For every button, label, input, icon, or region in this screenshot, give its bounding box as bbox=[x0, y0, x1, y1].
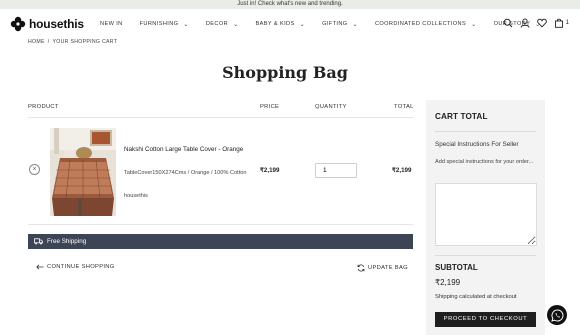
brand-logo[interactable]: housethis bbox=[10, 16, 84, 32]
special-instructions-title: Special Instructions For Seller bbox=[435, 141, 519, 148]
breadcrumb-home[interactable]: HOME bbox=[28, 39, 45, 45]
nav-label: FURNISHING bbox=[139, 21, 179, 27]
proceed-to-checkout-button[interactable]: PROCEED TO CHECKOUT bbox=[435, 312, 536, 327]
nav-label: DECOR bbox=[205, 21, 229, 27]
nav-item-coordinated-collections[interactable]: COORDINATED COLLECTIONS ⌄ bbox=[375, 21, 477, 28]
nav-label: COORDINATED COLLECTIONS bbox=[374, 21, 467, 27]
product-name[interactable]: Nakshi Cotton Large Table Cover - Orange bbox=[124, 143, 244, 156]
cart-total-title: CART TOTAL bbox=[435, 112, 488, 121]
chevron-down-icon: ⌄ bbox=[299, 21, 306, 28]
whatsapp-chat-button[interactable] bbox=[547, 305, 567, 325]
cart-bag-icon[interactable] bbox=[554, 18, 564, 28]
continue-shopping-link[interactable]: CONTINUE SHOPPING bbox=[36, 264, 115, 270]
column-header-price: PRICE bbox=[260, 104, 280, 110]
nav-label: GIFTING bbox=[322, 21, 348, 27]
chevron-down-icon: ⌄ bbox=[352, 21, 358, 28]
divider bbox=[435, 131, 536, 132]
shipping-note: Shipping calculated at checkout bbox=[435, 294, 517, 300]
free-shipping-bar: Free Shipping bbox=[28, 234, 413, 249]
nav-label: BABY & KIDS bbox=[255, 21, 295, 27]
chevron-down-icon: ⌄ bbox=[183, 21, 189, 28]
product-image[interactable] bbox=[50, 128, 116, 216]
nav-item-baby-kids[interactable]: BABY & KIDS ⌄ bbox=[256, 21, 306, 28]
divider bbox=[435, 255, 536, 256]
nav-label: NEW IN bbox=[100, 21, 123, 27]
column-header-quantity: QUANTITY bbox=[315, 104, 347, 110]
subtotal-label: SUBTOTAL bbox=[435, 263, 478, 272]
announcement-bar: Just in! Check what's new and trending. bbox=[0, 0, 580, 9]
column-header-total: TOTAL bbox=[394, 104, 414, 110]
logo-mark-icon bbox=[10, 16, 26, 32]
breadcrumb: HOME / YOUR SHOPPING CART bbox=[28, 39, 117, 45]
quantity-input[interactable] bbox=[315, 163, 357, 178]
remove-item-button[interactable]: × bbox=[29, 164, 40, 175]
account-icon[interactable] bbox=[520, 18, 530, 28]
arrow-left-icon bbox=[36, 264, 44, 270]
chevron-down-icon: ⌄ bbox=[471, 21, 477, 28]
special-instructions-textarea[interactable] bbox=[435, 183, 537, 246]
product-variant: TableCover150X274Cms / Orange / 100% Cot… bbox=[124, 170, 247, 176]
item-price: ₹2,199 bbox=[260, 167, 280, 174]
main-nav: NEW IN FURNISHING ⌄ DECOR ⌄ BABY & KIDS ⌄ G… bbox=[100, 9, 558, 39]
announcement-text[interactable]: Just in! Check what's new and trending. bbox=[237, 1, 343, 7]
site-header: housethis NEW IN FURNISHING ⌄ DECOR ⌄ BABY… bbox=[0, 9, 580, 39]
brand-name: housethis bbox=[29, 17, 84, 31]
search-icon[interactable] bbox=[503, 18, 513, 28]
subtotal-value: ₹2,199 bbox=[435, 278, 461, 287]
nav-item-new-in[interactable]: NEW IN bbox=[100, 21, 123, 27]
wishlist-heart-icon[interactable] bbox=[536, 18, 547, 28]
continue-shopping-label: CONTINUE SHOPPING bbox=[47, 264, 115, 270]
shipping-truck-icon bbox=[34, 238, 43, 245]
product-vendor: housethis bbox=[124, 193, 148, 199]
divider bbox=[28, 117, 413, 118]
breadcrumb-separator: / bbox=[47, 39, 50, 45]
update-bag-button[interactable]: UPDATE BAG bbox=[357, 264, 408, 272]
special-instructions-help: Add special instructions for your order.… bbox=[435, 159, 534, 165]
item-total: ₹2,199 bbox=[392, 167, 412, 174]
whatsapp-icon bbox=[550, 308, 563, 322]
nav-item-furnishing[interactable]: FURNISHING ⌄ bbox=[140, 21, 189, 28]
cart-count-badge[interactable]: 1 bbox=[566, 20, 569, 26]
column-header-product: PRODUCT bbox=[28, 104, 59, 110]
header-icons: 1 bbox=[496, 18, 569, 28]
page-title: Shopping Bag bbox=[222, 63, 348, 82]
nav-item-decor[interactable]: DECOR ⌄ bbox=[206, 21, 239, 28]
chevron-down-icon: ⌄ bbox=[233, 21, 239, 28]
nav-item-gifting[interactable]: GIFTING ⌄ bbox=[322, 21, 358, 28]
refresh-icon bbox=[357, 264, 365, 272]
update-bag-label: UPDATE BAG bbox=[368, 265, 408, 271]
cart-total-panel: CART TOTAL Special Instructions For Sell… bbox=[426, 100, 545, 335]
breadcrumb-current: YOUR SHOPPING CART bbox=[52, 39, 118, 45]
divider bbox=[28, 224, 413, 225]
free-shipping-text: Free Shipping bbox=[47, 238, 87, 245]
